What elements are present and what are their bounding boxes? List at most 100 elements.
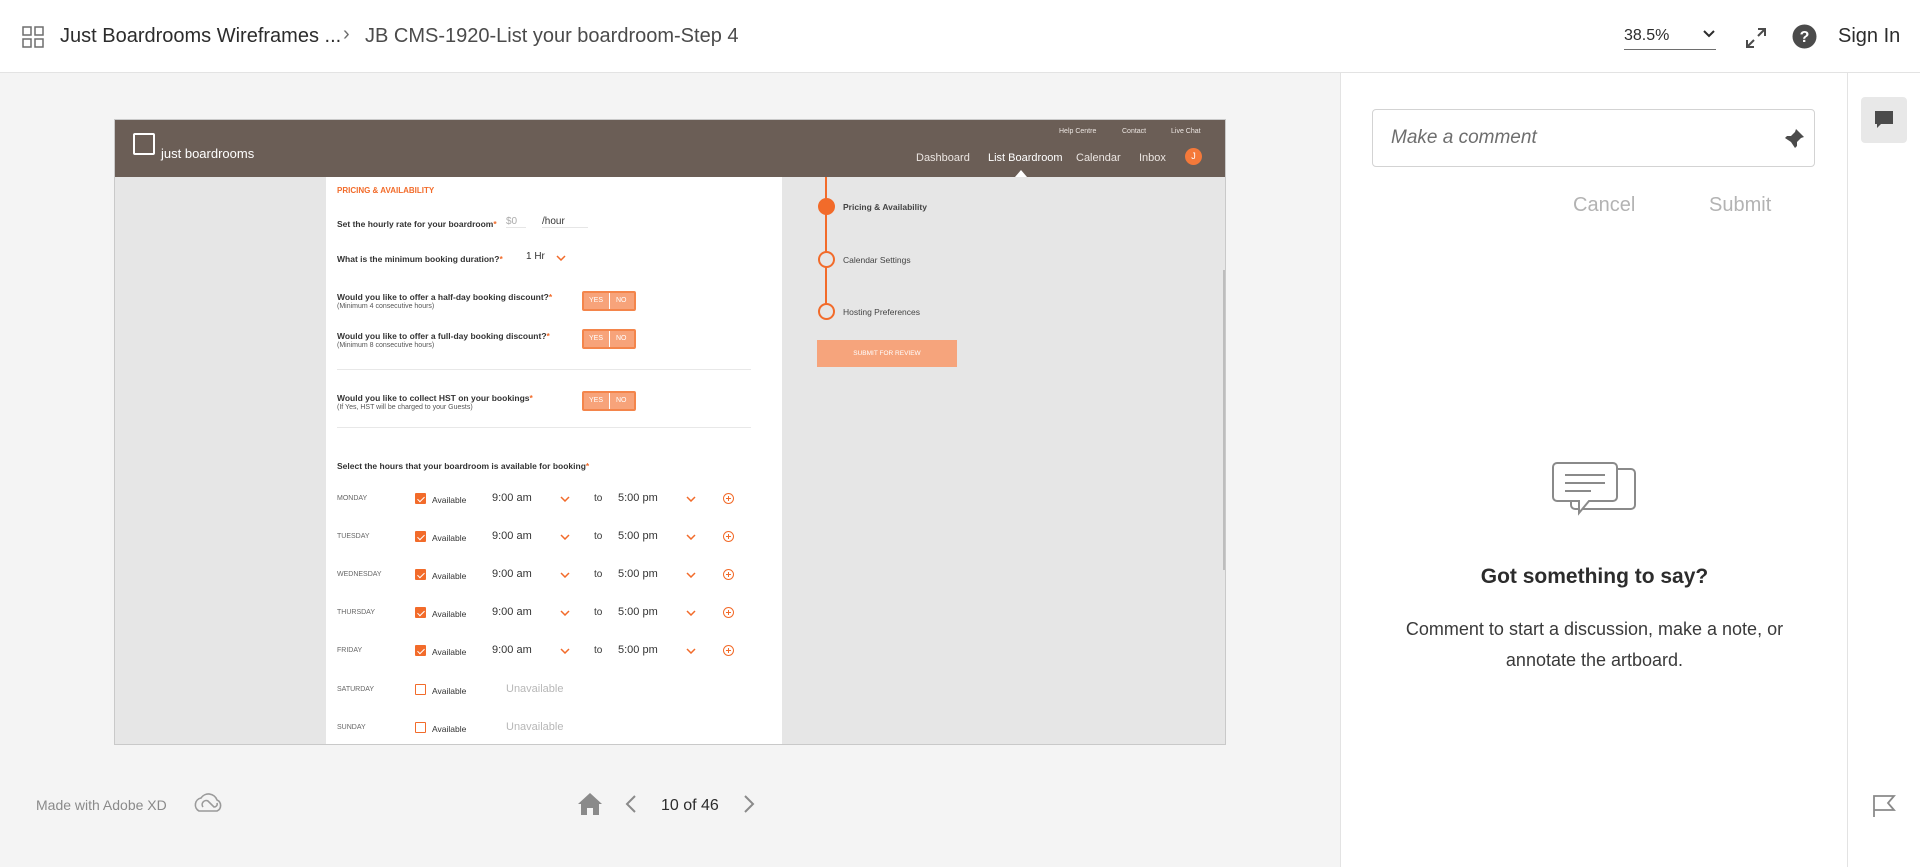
jb-question-half-day-sub: (Minimum 4 consecutive hours) xyxy=(337,303,435,310)
jb-day-label: SUNDAY xyxy=(337,724,366,731)
empty-state-text: Comment to start a discussion, make a no… xyxy=(1405,619,1784,670)
jb-available-checkbox xyxy=(415,493,426,504)
jb-to-label: to xyxy=(594,531,603,542)
right-rail xyxy=(1847,73,1920,867)
jb-available-label: Available xyxy=(432,609,467,619)
jb-day-label: THURSDAY xyxy=(337,609,375,616)
comment-input[interactable] xyxy=(1391,124,1751,152)
jb-to-label: to xyxy=(594,493,603,504)
jb-step-dot xyxy=(818,251,835,268)
jb-section-title: PRICING & AVAILABILITY xyxy=(337,186,435,195)
jb-question-rate-text: Set the hourly rate for your boardroom xyxy=(337,219,494,229)
jb-available-label: Available xyxy=(432,647,467,657)
zoom-value: 38.5% xyxy=(1624,27,1670,44)
jb-required-mark: * xyxy=(529,393,533,403)
jb-no-label: NO xyxy=(616,335,627,342)
jb-to-label: to xyxy=(594,645,603,656)
jb-question-hst-text: Would you like to collect HST on your bo… xyxy=(337,393,530,403)
help-icon[interactable]: ? xyxy=(1792,24,1817,49)
chevron-down-icon xyxy=(1703,30,1715,38)
add-time-icon xyxy=(723,493,734,504)
jb-nav-list-boardroom: List Boardroom xyxy=(988,152,1063,164)
chevron-down-icon xyxy=(686,648,696,654)
sign-in-button[interactable]: Sign In xyxy=(1838,25,1900,48)
comment-box[interactable] xyxy=(1372,109,1815,167)
jb-required-mark: * xyxy=(493,219,497,229)
apps-grid-icon[interactable] xyxy=(22,26,44,48)
jb-until-time: 5:00 pm xyxy=(618,606,658,618)
comments-toggle-button[interactable] xyxy=(1861,97,1907,143)
jb-brand: just boardrooms xyxy=(161,146,255,161)
jb-divider xyxy=(337,427,751,428)
jb-no-label: NO xyxy=(616,397,627,404)
creative-cloud-icon[interactable] xyxy=(190,789,226,817)
jb-to-label: to xyxy=(594,569,603,580)
chevron-down-icon xyxy=(560,534,570,540)
jb-available-label: Available xyxy=(432,724,467,734)
made-with-label[interactable]: Made with Adobe XD xyxy=(36,797,167,813)
jb-day-label: MONDAY xyxy=(337,495,368,502)
document-title[interactable]: Just Boardrooms Wireframes ... xyxy=(60,25,341,48)
jb-question-half-day: Would you like to offer a half-day booki… xyxy=(337,292,552,310)
jb-yes-label: YES xyxy=(589,335,604,342)
jb-nav-caret xyxy=(1015,170,1027,177)
zoom-select[interactable]: 38.5% xyxy=(1624,26,1716,50)
chevron-right-icon[interactable] xyxy=(742,794,756,814)
jb-step-dot-active xyxy=(818,198,835,215)
jb-question-full-day-text: Would you like to offer a full-day booki… xyxy=(337,331,547,341)
jb-until-time: 5:00 pm xyxy=(618,492,658,504)
jb-available-checkbox xyxy=(415,531,426,542)
flag-icon[interactable] xyxy=(1870,793,1898,819)
empty-state-title: Got something to say? xyxy=(1480,565,1709,588)
artboard-stage: just boardrooms Help Centre Contact Live… xyxy=(0,73,1340,867)
jb-question-hours-text: Select the hours that your boardroom is … xyxy=(337,461,586,471)
chevron-down-icon xyxy=(686,534,696,540)
chevron-down-icon xyxy=(686,496,696,502)
jb-until-time: 5:00 pm xyxy=(618,530,658,542)
jb-available-label: Available xyxy=(432,686,467,696)
jb-step-hosting: Hosting Preferences xyxy=(843,307,921,317)
jb-rate-input: $0 xyxy=(506,216,526,228)
jb-until-time: 5:00 pm xyxy=(618,644,658,656)
jb-to-label: to xyxy=(594,607,603,618)
jb-from-time: 9:00 am xyxy=(492,568,532,580)
artboard-preview[interactable]: just boardrooms Help Centre Contact Live… xyxy=(114,119,1226,745)
jb-contact-link: Contact xyxy=(1122,128,1147,135)
jb-step-dot xyxy=(818,303,835,320)
jb-question-min-text: What is the minimum booking duration? xyxy=(337,254,500,264)
jb-nav-inbox: Inbox xyxy=(1139,152,1166,164)
jb-hst-toggle: YES NO xyxy=(582,391,636,411)
submit-button[interactable]: Submit xyxy=(1709,194,1771,217)
artboard-title: JB CMS-1920-List your boardroom-Step 4 xyxy=(365,25,739,47)
jb-submit-review-button: SUBMIT FOR REVIEW xyxy=(817,340,957,367)
chevron-down-icon xyxy=(556,255,566,261)
jb-available-checkbox xyxy=(415,607,426,618)
comments-panel: Cancel Submit Got something to say? Comm… xyxy=(1340,73,1847,867)
jb-yes-label: YES xyxy=(589,297,604,304)
add-time-icon xyxy=(723,607,734,618)
jb-full-day-toggle: YES NO xyxy=(582,329,636,349)
chevron-down-icon xyxy=(686,572,696,578)
jb-nav-calendar: Calendar xyxy=(1076,152,1121,164)
chevron-down-icon xyxy=(560,572,570,578)
jb-yes-label: YES xyxy=(589,397,604,404)
page-indicator: 10 of 46 xyxy=(661,797,719,814)
jb-available-label: Available xyxy=(432,571,467,581)
jb-unavailable-label: Unavailable xyxy=(506,683,564,695)
add-time-icon xyxy=(723,531,734,542)
chevron-left-icon[interactable] xyxy=(624,794,638,814)
jb-step-calendar: Calendar Settings xyxy=(843,255,911,265)
add-time-icon xyxy=(723,645,734,656)
pin-icon[interactable] xyxy=(1782,127,1806,151)
cancel-button[interactable]: Cancel xyxy=(1573,194,1635,217)
home-icon[interactable] xyxy=(576,791,604,817)
artboard-navbar: just boardrooms Help Centre Contact Live… xyxy=(115,120,1225,177)
jb-question-hst-sub: (If Yes, HST will be charged to your Gue… xyxy=(337,404,473,411)
jb-day-label: SATURDAY xyxy=(337,686,375,693)
jb-required-mark: * xyxy=(585,461,590,471)
fullscreen-icon[interactable] xyxy=(1744,26,1768,50)
jb-step-pricing: Pricing & Availability xyxy=(843,202,927,212)
jb-avatar: J xyxy=(1185,148,1202,165)
jb-available-checkbox xyxy=(415,569,426,580)
jb-half-day-toggle: YES NO xyxy=(582,291,636,311)
